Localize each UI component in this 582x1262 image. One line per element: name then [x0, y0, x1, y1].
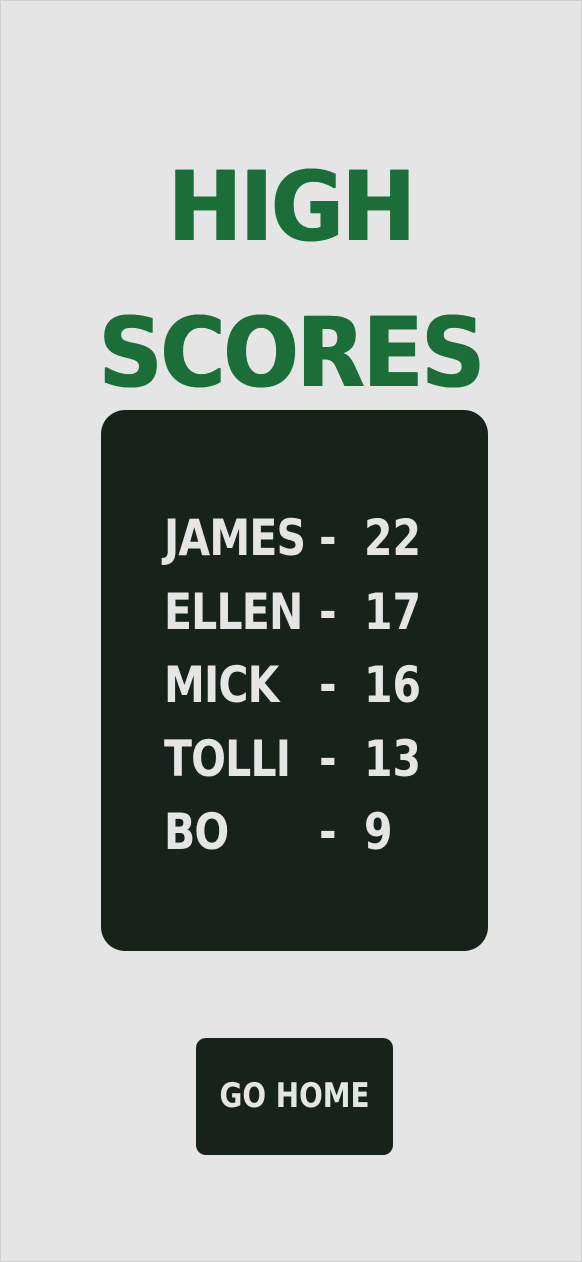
- title-line-2: SCORES: [98, 297, 485, 410]
- score-separator: -: [319, 582, 337, 641]
- player-score: 13: [364, 729, 422, 788]
- player-score: 22: [364, 509, 422, 567]
- player-score: 9: [364, 803, 393, 861]
- player-name: ELLEN: [164, 582, 303, 641]
- score-row: ELLEN - 17: [164, 576, 434, 650]
- score-row: MICK - 16: [164, 649, 434, 723]
- title-line-1: HIGH: [168, 151, 416, 264]
- go-home-label: GO HOME: [219, 1076, 370, 1116]
- player-name: TOLLI: [164, 729, 291, 788]
- score-separator: -: [319, 509, 337, 567]
- high-score-panel: JAMES - 22 ELLEN - 17 MICK - 16 TOLLI - …: [101, 410, 488, 951]
- page-title: HIGH SCORES: [0, 134, 582, 426]
- score-list: JAMES - 22 ELLEN - 17 MICK - 16 TOLLI - …: [164, 502, 434, 870]
- player-name: JAMES: [164, 509, 306, 567]
- score-row: TOLLI - 13: [164, 723, 434, 797]
- score-separator: -: [319, 729, 337, 788]
- player-score: 17: [364, 582, 422, 641]
- score-row: JAMES - 22: [164, 502, 434, 576]
- score-separator: -: [319, 803, 337, 861]
- player-name: BO: [164, 803, 229, 861]
- score-row: BO - 9: [164, 796, 434, 870]
- player-score: 16: [364, 656, 422, 714]
- player-name: MICK: [164, 656, 279, 714]
- score-separator: -: [319, 656, 337, 714]
- go-home-button[interactable]: GO HOME: [196, 1038, 393, 1155]
